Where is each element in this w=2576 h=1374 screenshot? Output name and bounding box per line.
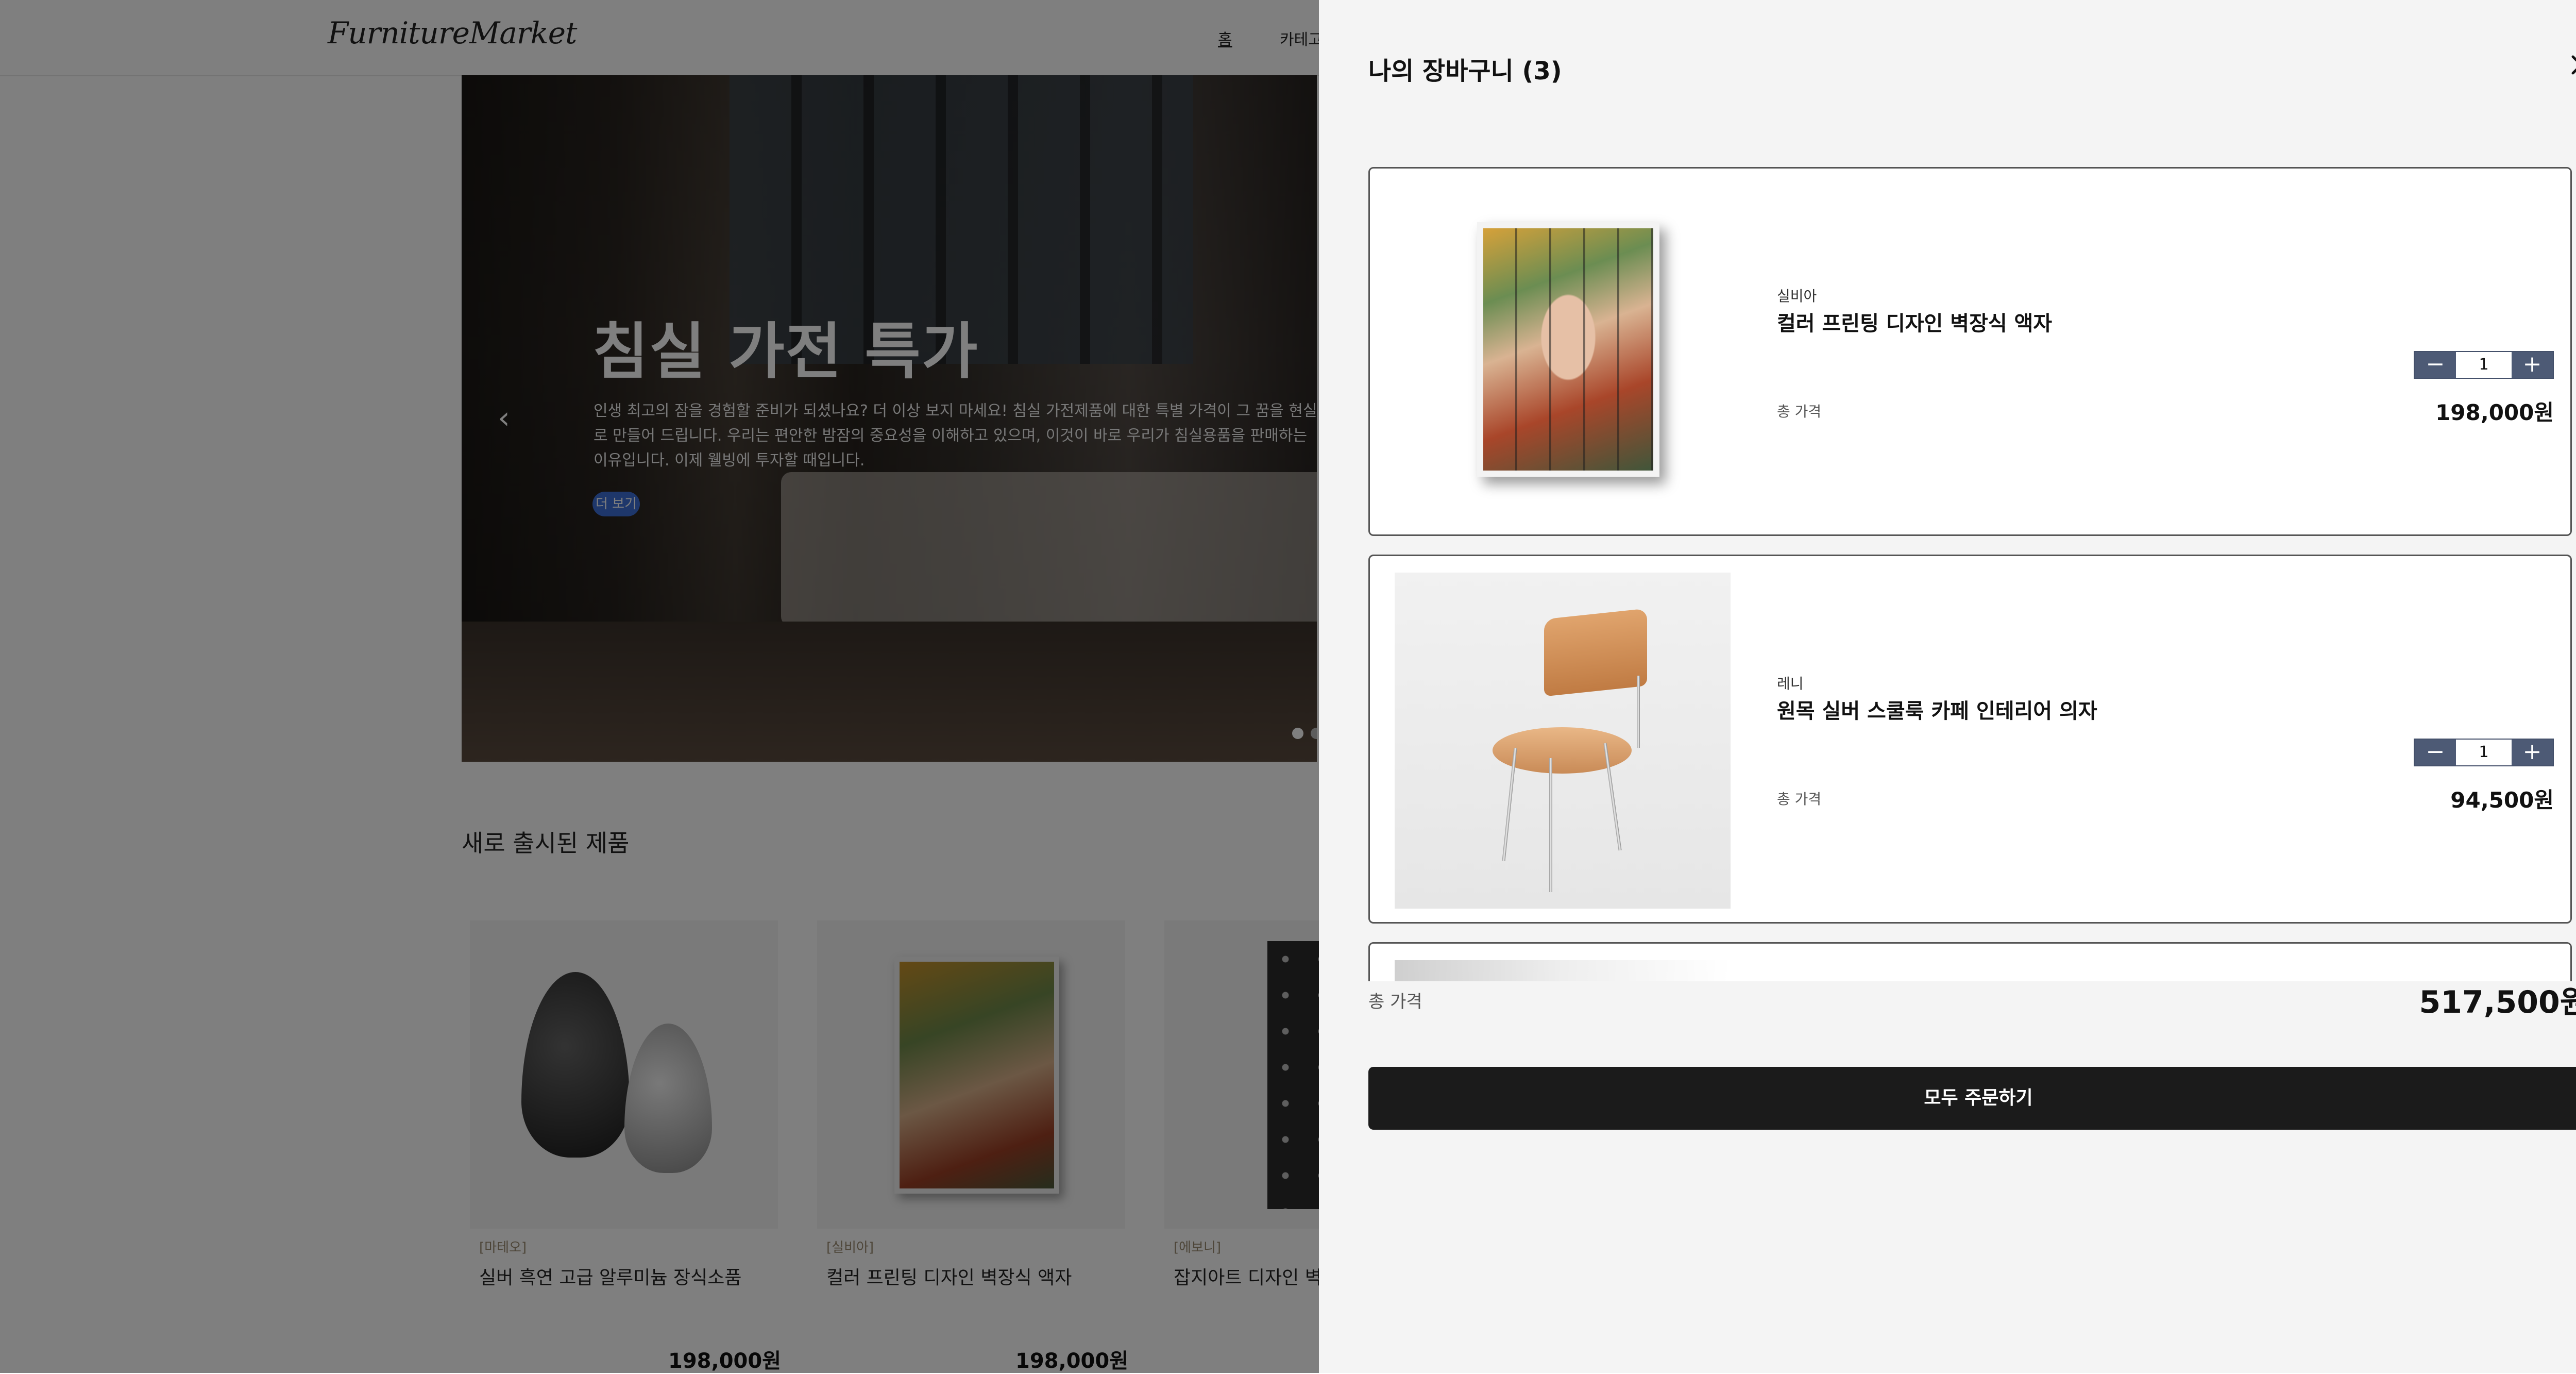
chair-leg — [1549, 758, 1552, 892]
cart-item-total-label: 총 가격 — [1777, 403, 1822, 420]
minus-icon[interactable]: − — [2415, 352, 2456, 378]
close-icon[interactable] — [2566, 49, 2576, 80]
cart-sum-label: 총 가격 — [1368, 992, 1422, 1012]
minus-icon[interactable]: − — [2415, 740, 2456, 765]
quantity-stepper: − 1 + — [2414, 351, 2554, 379]
cart-item-image — [1395, 573, 1731, 909]
cart-title: 나의 장바구니 (3) — [1368, 57, 1562, 86]
quantity-stepper: − 1 + — [2414, 739, 2554, 766]
quantity-value[interactable]: 1 — [2456, 740, 2512, 765]
cart-item-price: 198,000원 — [2435, 400, 2554, 425]
chair-image — [1544, 608, 1647, 697]
plus-icon[interactable]: + — [2512, 352, 2553, 378]
cart-item-list[interactable]: 실비아 컬러 프린팅 디자인 벽장식 액자 − 1 + 총 가격 198,000… — [1368, 165, 2574, 981]
cart-item-price: 94,500원 — [2450, 787, 2554, 813]
cart-item: 레니 원목 실버 스쿨룩 카페 인테리어 의자 − 1 + 총 가격 94,50… — [1368, 555, 2572, 924]
cart-item-image — [1395, 185, 1731, 521]
cart-item-name: 컬러 프린팅 디자인 벽장식 액자 — [1777, 312, 2053, 336]
cart-drawer: 나의 장바구니 (3) 실비아 컬러 프린팅 디자인 벽장식 액자 − 1 + … — [1319, 0, 2576, 1373]
cart-item-name: 원목 실버 스쿨룩 카페 인테리어 의자 — [1777, 699, 2097, 723]
quantity-value[interactable]: 1 — [2456, 352, 2512, 378]
plus-icon[interactable]: + — [2512, 740, 2553, 765]
cart-item-brand: 레니 — [1777, 675, 1804, 692]
cart-sum-value: 517,500원 — [2419, 984, 2576, 1020]
cart-item-brand: 실비아 — [1777, 288, 1817, 305]
cart-item — [1368, 942, 2572, 981]
order-all-button[interactable]: 모두 주문하기 — [1368, 1067, 2576, 1130]
cart-item: 실비아 컬러 프린팅 디자인 벽장식 액자 − 1 + 총 가격 198,000… — [1368, 167, 2572, 536]
cart-item-total-label: 총 가격 — [1777, 791, 1822, 808]
frame-art-image — [1477, 222, 1659, 477]
cart-item-image — [1395, 960, 1731, 981]
chair-leg — [1637, 676, 1640, 748]
